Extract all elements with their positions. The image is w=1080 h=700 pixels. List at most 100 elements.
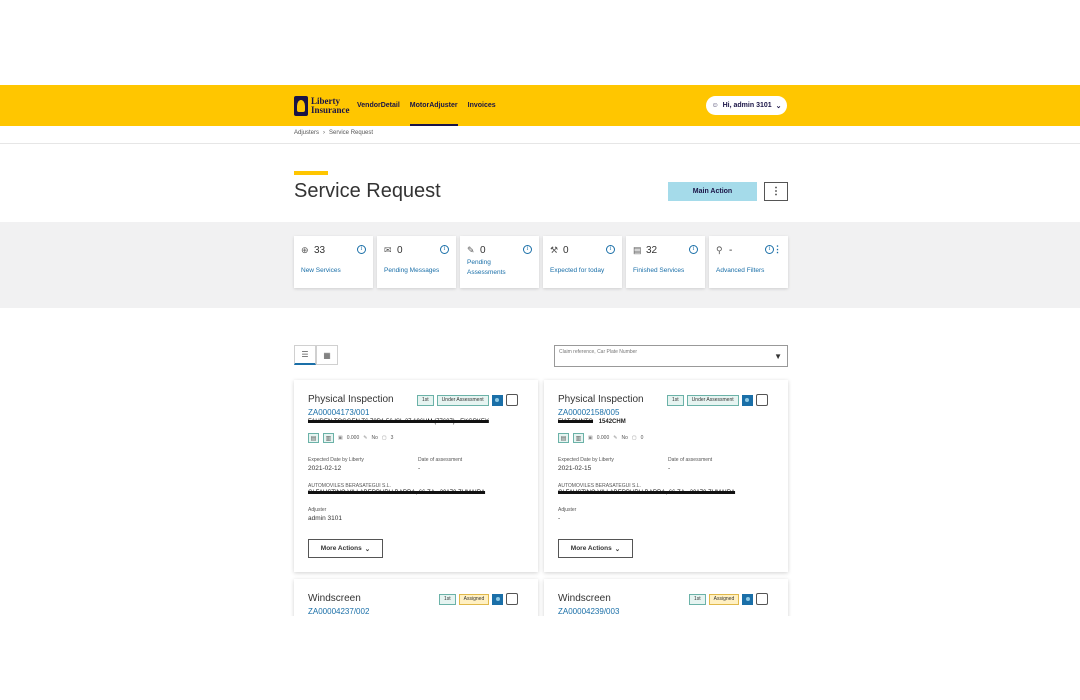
info-icon[interactable]: i: [357, 245, 366, 254]
stat-pending-assessments[interactable]: ✎ 0 i Pending Assessments: [460, 236, 539, 288]
adjuster-value: -: [558, 515, 561, 522]
card-badges: 1st Under Assessment: [667, 394, 768, 406]
indicator-icon: [741, 394, 753, 406]
stats-band: ⊕ 33 i New Services ✉ 0 i Pending Messag…: [0, 222, 1080, 308]
status-badge: Assigned: [458, 593, 490, 605]
service-card[interactable]: Physical Inspection ZA00002158/005 1st U…: [544, 380, 788, 572]
expected-date-label: Expected Date by Liberty: [558, 457, 614, 463]
claim-link[interactable]: ZA00002158/005: [558, 408, 619, 417]
workshop-name: AUTOMOVILES BERASATEGUI S.L.: [308, 483, 391, 489]
chevron-down-icon: ⌄: [364, 545, 371, 553]
stat-label: Expected for today: [550, 267, 605, 274]
nav-vendor-detail[interactable]: VendorDetail: [357, 85, 400, 126]
statue-of-liberty-icon: [294, 96, 308, 116]
status-badge: Under Assessment: [436, 394, 489, 406]
doc-icon[interactable]: ▤: [558, 433, 569, 443]
top-navigation-bar: Liberty Insurance VendorDetail MotorAdju…: [0, 85, 1080, 126]
list-view-icon[interactable]: ☰: [294, 345, 316, 365]
stat-label: Advanced Filters: [716, 267, 765, 274]
priority-badge: 1st: [667, 394, 684, 406]
info-icon[interactable]: i: [689, 245, 698, 254]
more-actions-button[interactable]: More Actions ⌄: [308, 539, 383, 558]
stat-count: -: [729, 245, 733, 256]
select-checkbox[interactable]: [755, 394, 768, 406]
redacted-address: C/ FAUSTINO VILLABERBURU BARRA, 66 ZA - …: [558, 490, 736, 496]
stat-label: Pending Messages: [384, 267, 440, 274]
assessment-date-value: -: [668, 465, 671, 472]
assessment-date-label: Date of assessment: [418, 457, 463, 463]
expected-date-label: Expected Date by Liberty: [308, 457, 364, 463]
meta-amount: 0.000: [596, 435, 610, 441]
meta-flag: No: [621, 435, 628, 441]
stat-finished-services[interactable]: ▤ 32 i Finished Services: [626, 236, 705, 288]
service-card[interactable]: Windscreen ZA00004239/003 1st Assigned: [544, 579, 788, 616]
workshop-name: AUTOMOVILES BERASATEGUI S.L.: [558, 483, 641, 489]
breadcrumb-adjusters[interactable]: Adjusters: [294, 130, 319, 136]
user-greeting: Hi, admin 3101: [722, 102, 772, 109]
priority-badge: 1st: [417, 394, 434, 406]
car-icon[interactable]: ▥: [323, 433, 334, 443]
view-toggle: ☰ ▦: [294, 345, 338, 365]
kebab-icon[interactable]: ⋮: [773, 244, 782, 255]
card-title: Windscreen: [308, 593, 361, 604]
service-card[interactable]: Physical Inspection ZA00004173/001 1st U…: [294, 380, 538, 572]
stat-new-services[interactable]: ⊕ 33 i New Services: [294, 236, 373, 288]
redacted-address: C/ FAUSTINO VILLABERBURU BARRA, 66 ZA - …: [308, 490, 486, 496]
stat-count: 32: [646, 245, 658, 256]
more-actions-button[interactable]: More Actions ⌄: [558, 539, 633, 558]
comment-icon: ▢: [631, 435, 637, 441]
stat-count: 0: [480, 245, 486, 256]
comment-icon: ▢: [381, 435, 387, 441]
adjuster-value: admin 3101: [308, 515, 342, 522]
car-icon[interactable]: ▥: [573, 433, 584, 443]
info-icon[interactable]: i: [440, 245, 449, 254]
claim-link[interactable]: ZA00004239/003: [558, 607, 619, 616]
search-input[interactable]: Claim reference, Car Plate Number ▼: [554, 345, 788, 367]
assessment-date-value: -: [418, 465, 421, 472]
priority-badge: 1st: [689, 593, 706, 605]
card-badges: 1st Under Assessment: [417, 394, 518, 406]
status-badge: Assigned: [708, 593, 740, 605]
expected-date-value: 2021-02-15: [558, 465, 592, 472]
user-menu-button[interactable]: ☺ Hi, admin 3101 ⌄: [706, 96, 787, 115]
vehicle-line: FIAT PUNTO 1542CHM: [558, 419, 626, 425]
nav-invoices[interactable]: Invoices: [468, 85, 496, 126]
breadcrumb-separator: ›: [323, 130, 326, 136]
more-options-button[interactable]: ⋮: [764, 182, 788, 201]
user-icon: ☺: [711, 102, 719, 109]
info-icon[interactable]: i: [523, 245, 532, 254]
breadcrumb: Adjusters › Service Request: [294, 130, 373, 136]
stat-advanced-filters[interactable]: ⚲ - i ⋮ Advanced Filters: [709, 236, 788, 288]
stat-count: 0: [563, 245, 569, 256]
stat-label: Finished Services: [633, 267, 685, 274]
page-title: Service Request: [294, 180, 441, 202]
more-actions-label: More Actions: [320, 545, 362, 552]
service-card[interactable]: Windscreen ZA00004237/002 1st Assigned: [294, 579, 538, 616]
select-checkbox[interactable]: [505, 394, 518, 406]
indicator-icon: [492, 593, 504, 605]
claim-link[interactable]: ZA00004237/002: [308, 607, 369, 616]
inbox-icon: ⊕: [301, 245, 309, 255]
chevron-down-icon: ⌄: [775, 102, 782, 110]
select-checkbox[interactable]: [756, 593, 769, 605]
select-checkbox[interactable]: [506, 593, 519, 605]
edit-icon: ✎: [613, 435, 618, 441]
info-icon[interactable]: i: [606, 245, 615, 254]
tools-icon: ⚒: [550, 245, 559, 255]
claim-link[interactable]: ZA00004173/001: [308, 408, 369, 417]
filter-icon[interactable]: ▼: [774, 352, 782, 361]
adjuster-label: Adjuster: [558, 507, 577, 513]
meta-flag: No: [371, 435, 378, 441]
main-action-button[interactable]: Main Action: [668, 182, 757, 201]
mail-icon: ✉: [384, 245, 392, 255]
workshop-address: C/ FAUSTINO VILLABERBURU BARRA, 66 ZA - …: [558, 490, 735, 496]
card-view-icon[interactable]: ▦: [316, 345, 338, 365]
stat-pending-messages[interactable]: ✉ 0 i Pending Messages: [377, 236, 456, 288]
nav-motor-adjuster[interactable]: MotorAdjuster: [409, 85, 458, 126]
doc-icon[interactable]: ▤: [308, 433, 319, 443]
stat-expected-today[interactable]: ⚒ 0 i Expected for today: [543, 236, 622, 288]
liberty-logo[interactable]: Liberty Insurance: [294, 94, 350, 118]
card-meta-row: ▤ ▥ ▣ 0.000 ✎ No ▢ 3: [308, 433, 393, 443]
card-title: Windscreen: [558, 593, 611, 604]
priority-badge: 1st: [439, 593, 456, 605]
